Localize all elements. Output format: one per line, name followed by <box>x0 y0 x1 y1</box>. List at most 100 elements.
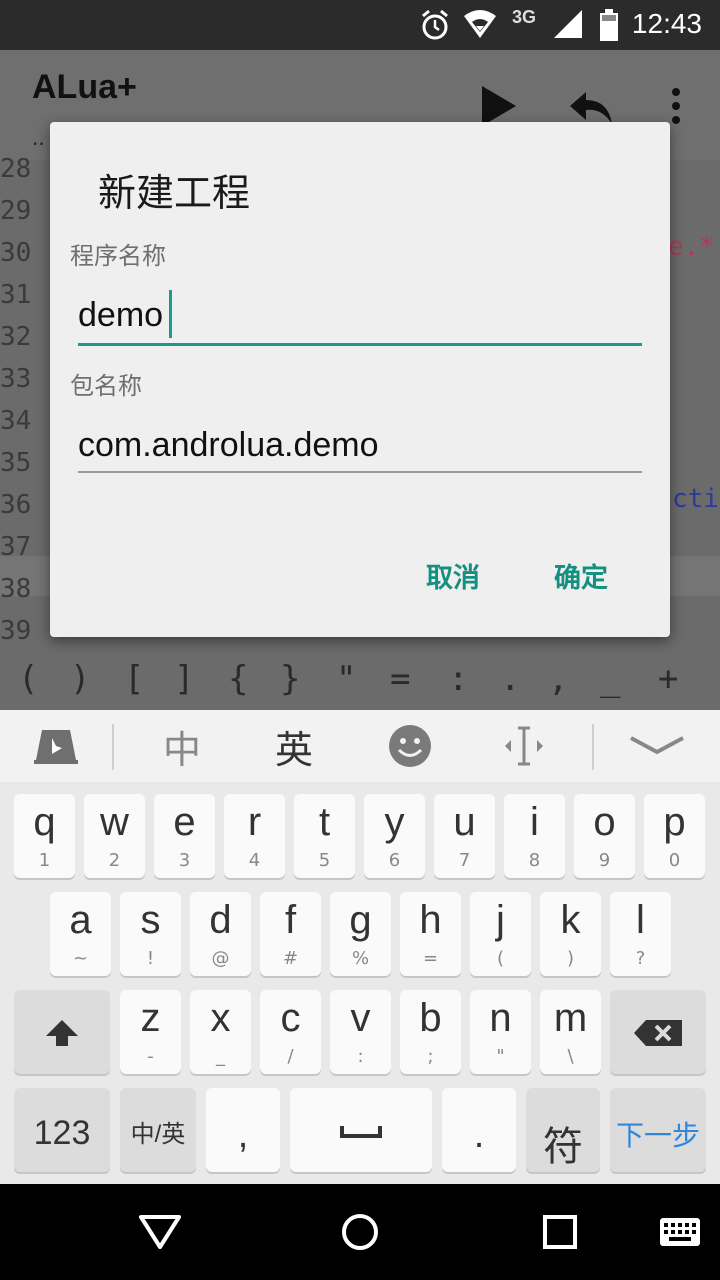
back-icon[interactable] <box>120 1202 200 1262</box>
clock: 12:43 <box>631 8 702 39</box>
key-label: j <box>496 898 505 942</box>
symbol-key[interactable]: " <box>336 659 356 699</box>
lang-switch-key[interactable]: 中/英 <box>120 1088 196 1172</box>
program-name-input[interactable] <box>78 288 642 342</box>
key-x[interactable]: x _ <box>190 990 251 1074</box>
key-y[interactable]: y6 <box>364 794 425 878</box>
key-l[interactable]: l? <box>610 892 671 976</box>
key-t[interactable]: t5 <box>294 794 355 878</box>
symbol-key[interactable]: = <box>390 659 410 699</box>
toolbar-separator <box>592 724 594 770</box>
app-subtitle: .. <box>32 126 45 150</box>
key-sublabel: : <box>357 1046 364 1067</box>
key-sublabel: 6 <box>388 850 401 871</box>
signal-icon <box>554 10 582 38</box>
overflow-menu-icon[interactable] <box>668 86 684 126</box>
key-label: f <box>284 898 297 942</box>
key-label: n <box>489 996 512 1040</box>
key-m[interactable]: m \ <box>540 990 601 1074</box>
key-label: a <box>69 898 92 942</box>
key-a[interactable]: a ~ <box>50 892 111 976</box>
key-sublabel: \ <box>567 1046 574 1067</box>
key-g[interactable]: g% <box>330 892 391 976</box>
key-sublabel: 7 <box>458 850 471 871</box>
key-label: . <box>473 1114 485 1156</box>
ok-button[interactable]: 确定 <box>554 556 608 595</box>
key-u[interactable]: u7 <box>434 794 495 878</box>
key-label: q <box>33 800 56 844</box>
symbol-key[interactable]: [ <box>124 659 144 699</box>
key-o[interactable]: o9 <box>574 794 635 878</box>
emoji-icon[interactable] <box>380 716 440 776</box>
key-n[interactable]: n " <box>470 990 531 1074</box>
program-name-underline <box>78 343 642 346</box>
dialog-title: 新建工程 <box>98 171 251 215</box>
hide-keyboard-icon[interactable] <box>624 716 690 776</box>
key-sublabel: % <box>351 948 370 969</box>
shift-icon <box>46 1020 78 1046</box>
key-q[interactable]: q1 <box>14 794 75 878</box>
key-sublabel: ~ <box>72 948 89 969</box>
next-key[interactable]: 下一步 <box>610 1088 706 1172</box>
navigation-bar <box>0 1184 720 1280</box>
key-sublabel: _ <box>216 1046 225 1067</box>
key-j[interactable]: j( <box>470 892 531 976</box>
key-sublabel: ; <box>427 1046 434 1067</box>
alarm-icon <box>422 9 448 40</box>
home-icon[interactable] <box>320 1202 400 1262</box>
symbol-key[interactable]: ( <box>18 659 38 699</box>
key-sublabel: 0 <box>668 850 681 871</box>
key-f[interactable]: f # <box>260 892 321 976</box>
keyboard-switch-icon[interactable] <box>640 1202 720 1262</box>
key-k[interactable]: k) <box>540 892 601 976</box>
key-s[interactable]: s! <box>120 892 181 976</box>
symbol-key[interactable]: ) <box>70 659 90 699</box>
key-p[interactable]: p0 <box>644 794 705 878</box>
cancel-button[interactable]: 取消 <box>426 556 480 595</box>
symbol-key[interactable]: ] <box>174 659 194 699</box>
program-name-label: 程序名称 <box>70 242 166 270</box>
symbol-key[interactable]: { <box>228 659 248 699</box>
key-sublabel: @ <box>211 948 230 969</box>
backspace-key[interactable] <box>610 990 706 1074</box>
line-number: 30 <box>0 238 32 268</box>
key-v[interactable]: v: <box>330 990 391 1074</box>
text-cursor <box>169 290 172 338</box>
line-number: 35 <box>0 448 32 478</box>
key-label: r <box>247 800 262 844</box>
key-d[interactable]: d @ <box>190 892 251 976</box>
symbol-key[interactable]: _ <box>600 659 620 699</box>
key-sublabel: / <box>287 1046 294 1067</box>
symbol-key[interactable]: + <box>658 659 678 699</box>
key-label: 中/英 <box>130 1121 186 1148</box>
period-key[interactable]: . <box>442 1088 516 1172</box>
shift-key[interactable] <box>14 990 110 1074</box>
key-sublabel: 2 <box>108 850 121 871</box>
recents-icon[interactable] <box>520 1202 600 1262</box>
cursor-move-icon[interactable] <box>494 716 554 776</box>
space-key[interactable] <box>290 1088 432 1172</box>
wifi-icon <box>464 10 496 38</box>
symbol-key[interactable]: : <box>448 659 468 699</box>
symbol-key[interactable]: . <box>500 659 520 699</box>
comma-key[interactable]: , <box>206 1088 280 1172</box>
symbol-key[interactable]: } <box>280 659 300 699</box>
bing-icon[interactable] <box>26 716 86 776</box>
key-label: y <box>384 800 405 844</box>
key-c[interactable]: c / <box>260 990 321 1074</box>
numbers-key[interactable]: 123 <box>14 1088 110 1172</box>
symbols-key[interactable]: 符 <box>526 1088 600 1172</box>
package-name-input[interactable] <box>78 418 642 472</box>
key-b[interactable]: b; <box>400 990 461 1074</box>
english-mode-button[interactable]: 英 <box>264 716 324 776</box>
key-z[interactable]: z- <box>120 990 181 1074</box>
key-r[interactable]: r4 <box>224 794 285 878</box>
key-h[interactable]: h = <box>400 892 461 976</box>
key-label: 符 <box>543 1125 583 1169</box>
key-e[interactable]: e3 <box>154 794 215 878</box>
key-i[interactable]: i8 <box>504 794 565 878</box>
symbol-key[interactable]: , <box>548 659 568 699</box>
code-fragment: e.* <box>668 232 715 262</box>
chinese-mode-button[interactable]: 中 <box>152 716 212 776</box>
key-w[interactable]: w2 <box>84 794 145 878</box>
